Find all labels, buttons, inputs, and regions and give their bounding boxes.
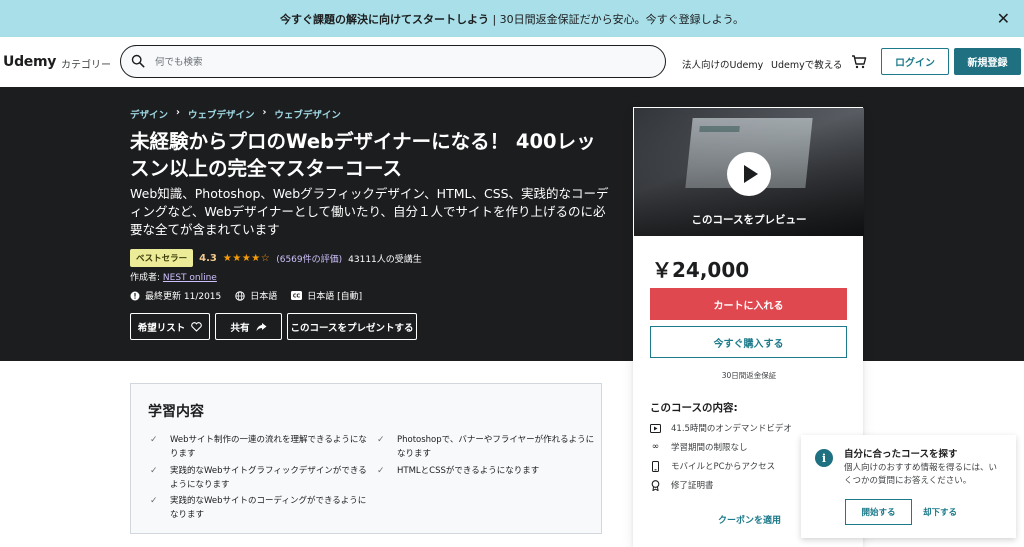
globe-icon xyxy=(235,290,245,301)
learn-item-text: HTMLとCSSができるようになります xyxy=(397,466,540,476)
money-back-guarantee: 30日間返金保証 xyxy=(721,371,777,380)
heart-icon xyxy=(191,321,203,332)
learn-item: ✓ HTMLとCSSができるようになります xyxy=(375,464,595,478)
chevron-right-icon: › xyxy=(176,107,180,118)
includes-item-label: 41.5時間のオンデマンドビデオ xyxy=(671,424,792,434)
banner-text: | 30日間返金保証だから安心。今すぐ登録しよう。 xyxy=(488,12,745,26)
apply-coupon-link[interactable]: クーポンを適用 xyxy=(718,513,781,526)
learn-item-text: 実践的なWebサイトのコーディングができるようになります xyxy=(170,496,367,520)
includes-item: 41.5時間のオンデマンドビデオ xyxy=(650,422,792,434)
chevron-right-icon: › xyxy=(262,107,267,118)
last-updated-text: 最終更新 11/2015 xyxy=(145,292,222,302)
course-title: 未経験からプロのWebデザイナーになる！ 400レッスン以上の完全マスターコース xyxy=(130,130,596,180)
breadcrumb-item[interactable]: ウェブデザイン xyxy=(274,107,341,121)
includes-item: ∞ 学習期間の制限なし xyxy=(650,441,748,453)
check-icon: ✓ xyxy=(377,435,385,445)
learn-item-text: Webサイト制作の一連の流れを理解できるようになります xyxy=(170,435,367,459)
cart-icon[interactable] xyxy=(851,54,867,70)
course-preview[interactable]: このコースをプレビュー xyxy=(634,108,864,236)
buy-now-button[interactable]: 今すぐ購入する xyxy=(650,326,847,358)
breadcrumb-item[interactable]: ウェブデザイン xyxy=(188,107,255,121)
students-count: 43111人の受講生 xyxy=(348,254,422,265)
includes-item-label: 学習期間の制限なし xyxy=(671,443,748,453)
search-icon[interactable] xyxy=(131,54,145,68)
captions-text: 日本語 [自動] xyxy=(307,292,363,302)
learn-item: ✓ Photoshopで、バナーやフライヤーが作れるようになります xyxy=(375,433,595,461)
last-updated: 最終更新 11/2015 xyxy=(130,289,221,302)
language-text: 日本語 xyxy=(250,292,278,302)
play-icon[interactable] xyxy=(727,152,771,196)
learn-item: ✓ 実践的なWebサイトグラフィックデザインができるようになります xyxy=(148,464,368,492)
check-icon: ✓ xyxy=(377,466,385,476)
login-button[interactable]: ログイン xyxy=(881,48,949,75)
udemy-logo[interactable]: Udemy xyxy=(3,54,56,70)
includes-title: このコースの内容: xyxy=(650,402,738,414)
alert-icon xyxy=(130,291,140,300)
what-you-will-learn: 学習内容 ✓ Webサイト制作の一連の流れを理解できるようになります ✓ Pho… xyxy=(130,383,602,534)
course-language: 日本語 xyxy=(235,289,277,302)
course-subtitle: Web知識、Photoshop、Webグラフィックデザイン、HTML、CSS、実… xyxy=(130,186,609,237)
learn-item-text: 実践的なWebサイトグラフィックデザインができるようになります xyxy=(170,466,367,490)
promo-banner: 今すぐ課題の解決に向けてスタートしよう | 30日間返金保証だから安心。今すぐ登… xyxy=(0,0,1024,37)
includes-item: 修了証明書 xyxy=(650,479,714,491)
captions-icon: CC xyxy=(291,291,303,300)
teach-link[interactable]: Udemyで教える xyxy=(771,57,842,71)
includes-item-label: モバイルとPCからアクセス xyxy=(671,462,776,472)
share-button[interactable]: 共有 xyxy=(215,313,282,340)
mobile-icon xyxy=(650,460,661,472)
check-icon: ✓ xyxy=(150,435,158,445)
certificate-icon xyxy=(650,479,661,491)
search-input[interactable] xyxy=(155,52,645,72)
learn-title: 学習内容 xyxy=(148,404,204,420)
svg-text:CC: CC xyxy=(293,294,301,300)
video-icon xyxy=(650,423,661,434)
author-link[interactable]: NEST online xyxy=(163,273,217,283)
includes-item: モバイルとPCからアクセス xyxy=(650,460,775,472)
popup-body: 個人向けのおすすめ情報を得るには、いくつかの質問にお答えください。 xyxy=(844,463,998,486)
top-header: Udemy カテゴリー 法人向けのUdemy Udemyで教える ログイン 新規… xyxy=(0,37,1024,87)
check-icon: ✓ xyxy=(150,466,158,476)
preview-label[interactable]: このコースをプレビュー xyxy=(634,212,864,227)
start-button[interactable]: 開始する xyxy=(845,499,912,525)
learn-item: ✓ Webサイト制作の一連の流れを理解できるようになります xyxy=(148,433,368,461)
search-bar xyxy=(120,45,666,78)
rating-value: 4.3 xyxy=(199,252,217,264)
share-icon xyxy=(256,322,266,331)
breadcrumb-item[interactable]: デザイン xyxy=(130,107,168,121)
add-to-cart-button[interactable]: カートに入れる xyxy=(650,288,847,320)
author-line: 作成者: NEST online xyxy=(130,270,217,283)
bestseller-badge: ベストセラー xyxy=(130,249,194,267)
business-link[interactable]: 法人向けのUdemy xyxy=(682,57,763,71)
check-icon: ✓ xyxy=(150,496,158,506)
info-icon: i xyxy=(815,449,833,467)
learn-item: ✓ 実践的なWebサイトのコーディングができるようになります xyxy=(148,494,368,522)
infinity-icon: ∞ xyxy=(651,442,660,452)
gift-course-button[interactable]: このコースをプレゼントする xyxy=(287,313,417,340)
close-icon[interactable]: ✕ xyxy=(997,9,1010,28)
share-label: 共有 xyxy=(230,322,250,334)
wishlist-label: 希望リスト xyxy=(137,322,186,334)
breadcrumb: デザイン › ウェブデザイン › ウェブデザイン xyxy=(130,107,341,121)
course-meta: 最終更新 11/2015 日本語 CC 日本語 [自動] xyxy=(130,289,362,302)
course-captions: CC 日本語 [自動] xyxy=(291,289,362,302)
signup-button[interactable]: 新規登録 xyxy=(954,48,1021,75)
learn-item-text: Photoshopで、バナーやフライヤーが作れるようになります xyxy=(397,435,595,459)
author-label: 作成者: xyxy=(130,273,163,283)
wishlist-button[interactable]: 希望リスト xyxy=(130,313,210,340)
reviews-link[interactable]: (6569件の評価) xyxy=(276,252,342,265)
course-price: ￥24,000 xyxy=(652,258,750,282)
popup-title: 自分に合ったコースを探す xyxy=(844,449,958,460)
dismiss-button[interactable]: 却下する xyxy=(923,506,957,518)
star-rating-icon: ★★★★☆ xyxy=(222,252,271,264)
categories-link[interactable]: カテゴリー xyxy=(61,56,111,71)
includes-item-label: 修了証明書 xyxy=(671,481,714,491)
banner-headline[interactable]: 今すぐ課題の解決に向けてスタートしよう xyxy=(280,13,489,26)
recommendation-popup: i 自分に合ったコースを探す 個人向けのおすすめ情報を得るには、いくつかの質問に… xyxy=(801,435,1016,538)
rating-row: ベストセラー 4.3 ★★★★☆ (6569件の評価) 43111人の受講生 xyxy=(130,249,422,267)
